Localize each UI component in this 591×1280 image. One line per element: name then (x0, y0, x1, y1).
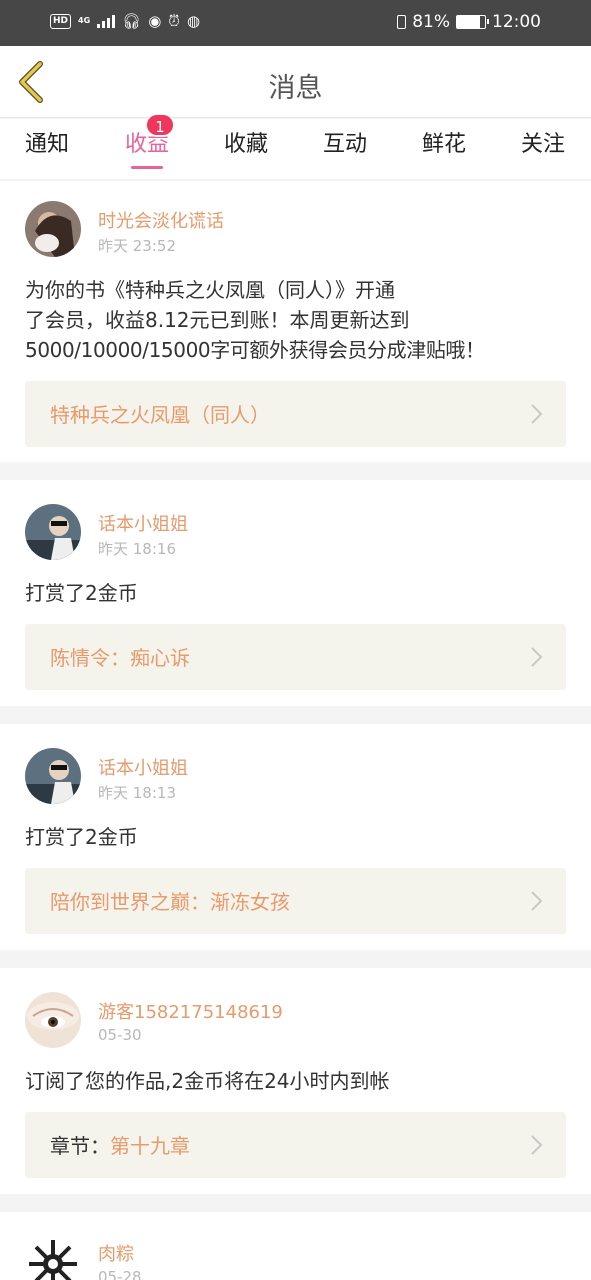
tab-earnings[interactable]: 收益 1 (102, 113, 192, 171)
avatar[interactable] (25, 201, 81, 257)
avatar[interactable] (25, 504, 81, 560)
book-link[interactable]: 陪你到世界之巅：渐冻女孩 (25, 868, 566, 934)
book-link[interactable]: 陈情令：痴心诉 (25, 624, 566, 690)
chevron-right-icon (531, 1135, 543, 1155)
tab-favorites[interactable]: 收藏 (201, 127, 291, 171)
sender-name[interactable]: 话本小姐姐 (98, 754, 188, 780)
unread-badge: 1 (145, 113, 175, 137)
chapter-link[interactable]: 章节：第十九章 (25, 1112, 566, 1178)
message-text: 打赏了2金币 (25, 581, 138, 605)
eye-icon: ◉ (148, 12, 162, 30)
message-time: 05-30 (98, 1026, 142, 1044)
message-text: 为你的书《特种兵之火凤凰（同人）》开通 了会员，收益8.12元已到账！本周更新达… (25, 275, 570, 365)
signal-icon (97, 14, 116, 28)
status-bar: HD 4G 🎧︎ ◉ ⏰︎ ◍ 81% 12:00 (0, 0, 591, 46)
tab-interactions[interactable]: 互动 (300, 127, 390, 171)
chapter-name: 第十九章 (110, 1134, 190, 1158)
message-card: 肉粽 05-28 (0, 1212, 591, 1280)
message-time: 昨天 18:13 (98, 784, 176, 802)
book-title: 特种兵之火凤凰（同人） (50, 403, 270, 427)
book-title: 陪你到世界之巅：渐冻女孩 (50, 890, 290, 914)
tab-label: 鲜花 (421, 132, 466, 157)
tab-following[interactable]: 关注 (498, 127, 588, 171)
hd-icon: HD (50, 13, 72, 29)
clock: 12:00 (492, 12, 541, 32)
avatar[interactable] (25, 1236, 81, 1280)
battery-icon (456, 15, 489, 29)
active-tab-indicator (131, 166, 163, 169)
tab-notifications[interactable]: 通知 (2, 127, 92, 171)
message-card: 游客1582175148619 05-30 订阅了您的作品,2金币将在24小时内… (0, 968, 591, 1194)
network-type: 4G (78, 16, 91, 25)
chevron-right-icon (531, 404, 543, 424)
tab-label: 关注 (520, 132, 565, 157)
sender-name[interactable]: 话本小姐姐 (98, 510, 188, 536)
avatar[interactable] (25, 992, 81, 1048)
book-title: 陈情令：痴心诉 (50, 646, 190, 670)
message-line: 5000/10000/15000字可额外获得会员分成津贴哦！ (25, 338, 485, 362)
battery-percent: 81% (412, 12, 450, 32)
message-card: 时光会淡化谎话 昨天 23:52 为你的书《特种兵之火凤凰（同人）》开通 了会员… (0, 181, 591, 462)
top-bar: 消息 (0, 46, 591, 118)
chapter-prefix: 章节： (50, 1134, 110, 1158)
chevron-right-icon (531, 647, 543, 667)
sender-name[interactable]: 游客1582175148619 (98, 998, 283, 1024)
tab-label: 收藏 (223, 132, 268, 157)
avatar[interactable] (25, 748, 81, 804)
tab-label: 互动 (322, 132, 367, 157)
sender-name[interactable]: 肉粽 (98, 1240, 134, 1266)
tab-bar: 通知 收益 1 收藏 互动 鲜花 关注 (0, 113, 591, 179)
message-card: 话本小姐姐 昨天 18:13 打赏了2金币 陪你到世界之巅：渐冻女孩 (0, 724, 591, 950)
chapter-title: 章节：第十九章 (50, 1130, 190, 1159)
page-title: 消息 (268, 73, 323, 104)
book-link[interactable]: 特种兵之火凤凰（同人） (25, 381, 566, 447)
alarm-icon: ⏰︎ (168, 12, 180, 30)
headphones-icon: 🎧︎ (122, 12, 142, 30)
message-time: 昨天 18:16 (98, 540, 176, 558)
chevron-right-icon (531, 891, 543, 911)
globe-icon: ◍ (187, 12, 201, 30)
message-card: 话本小姐姐 昨天 18:16 打赏了2金币 陈情令：痴心诉 (0, 480, 591, 706)
message-time: 05-28 (98, 1268, 142, 1280)
vibrate-icon (397, 15, 407, 29)
message-time: 昨天 23:52 (98, 237, 176, 255)
message-text: 订阅了您的作品,2金币将在24小时内到帐 (25, 1069, 390, 1093)
tab-flowers[interactable]: 鲜花 (399, 127, 489, 171)
message-line: 为你的书《特种兵之火凤凰（同人）》开通 (25, 278, 395, 302)
message-text: 打赏了2金币 (25, 825, 138, 849)
message-line: 了会员，收益8.12元已到账！本周更新达到 (25, 308, 410, 332)
sender-name[interactable]: 时光会淡化谎话 (98, 207, 224, 233)
tab-label: 通知 (24, 132, 69, 157)
